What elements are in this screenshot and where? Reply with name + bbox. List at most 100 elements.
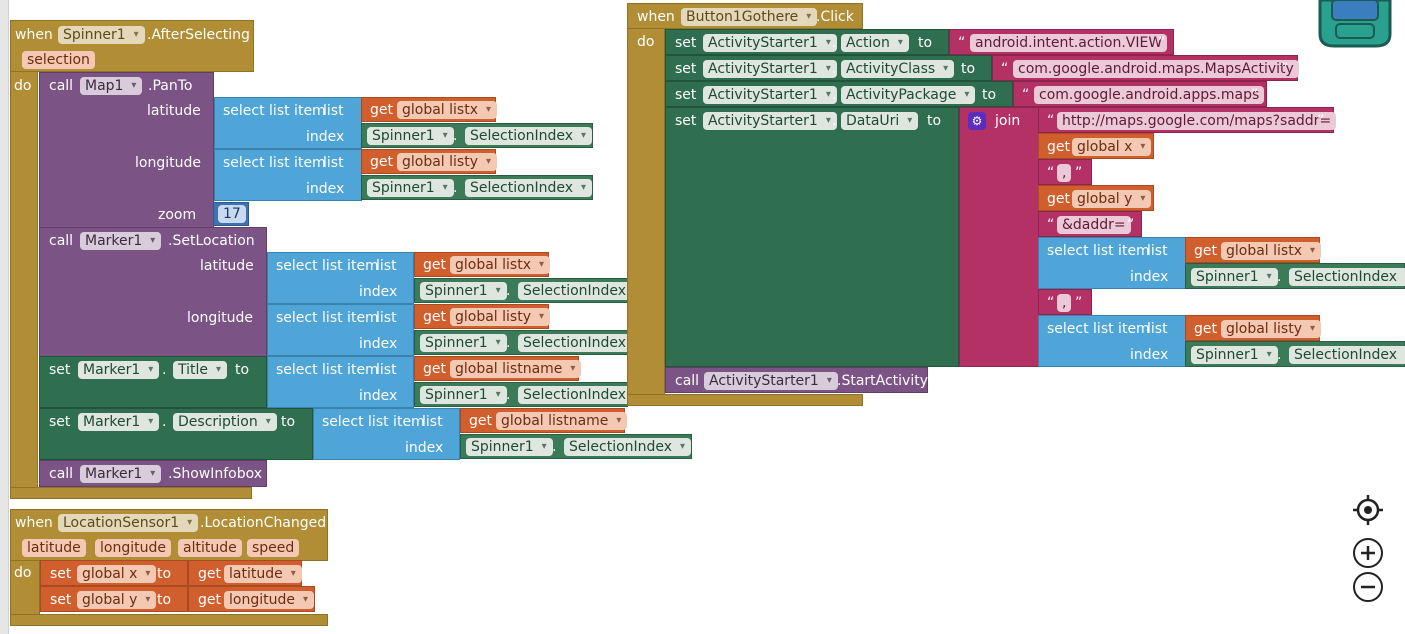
marker-component-dropdown[interactable]: Marker1 [80, 232, 162, 250]
activitypackage-property-dropdown[interactable]: ActivityPackage [841, 86, 976, 104]
get-global-x-block[interactable]: get global x [1038, 133, 1154, 159]
datauri-property-dropdown[interactable]: DataUri [841, 112, 919, 130]
select-list-item-block[interactable]: select list item list index [267, 304, 414, 356]
activitystarter-component-dropdown[interactable]: ActivityStarter1 [704, 372, 838, 390]
zoom-number[interactable]: 17 [218, 205, 246, 223]
map-component-dropdown[interactable]: Map1 [80, 77, 143, 95]
variable-dropdown[interactable]: global listx [450, 256, 550, 274]
gear-icon[interactable]: ⚙ [968, 112, 986, 130]
component-dropdown[interactable]: Spinner1 [1191, 268, 1278, 286]
component-property-getter[interactable]: Spinner1 . SelectionIndex [414, 330, 646, 355]
set-marker-description-block[interactable]: set Marker1 . Description to [39, 408, 313, 460]
activitystarter-component-dropdown[interactable]: ActivityStarter1 [703, 60, 837, 78]
variable-dropdown[interactable]: global listx [397, 101, 497, 119]
activitypackage-text-value[interactable]: com.google.android.apps.maps [1034, 86, 1265, 104]
get-variable-block[interactable]: get global listx [361, 97, 497, 122]
component-property-getter[interactable]: Spinner1 . SelectionIndex [361, 175, 593, 200]
get-variable-block[interactable]: get global listy [361, 149, 497, 174]
get-latitude-block[interactable]: get latitude [188, 560, 302, 586]
variable-dropdown[interactable]: global listy [450, 308, 550, 326]
property-dropdown[interactable]: SelectionIndex [1289, 346, 1405, 364]
set-activityclass-block[interactable]: set ActivityStarter1 . ActivityClass to [665, 55, 992, 81]
component-property-getter[interactable]: Spinner1 . SelectionIndex [414, 382, 646, 407]
param-speed[interactable]: speed [247, 539, 300, 557]
target-icon[interactable] [1351, 493, 1385, 527]
variable-dropdown[interactable]: latitude [224, 565, 302, 583]
property-dropdown[interactable]: SelectionIndex [518, 386, 646, 404]
join-block[interactable]: ⚙ join [959, 107, 1039, 367]
left-scrollbar[interactable] [0, 0, 9, 634]
variable-dropdown[interactable]: global listx [1221, 242, 1321, 260]
component-dropdown[interactable]: Spinner1 [420, 334, 507, 352]
start-activity-block[interactable]: call ActivityStarter1 .StartActivity [665, 367, 928, 393]
marker-component-dropdown[interactable]: Marker1 [80, 465, 162, 483]
zoom-out-icon[interactable] [1351, 570, 1385, 604]
variable-dropdown[interactable]: global listname [450, 360, 582, 378]
comma-text-value[interactable]: , [1057, 164, 1072, 182]
zoom-in-icon[interactable] [1351, 536, 1385, 570]
marker-showinfobox-block[interactable]: call Marker1 .ShowInfobox [39, 460, 267, 487]
set-global-x-block[interactable]: set global x to [40, 560, 188, 586]
button-component-dropdown[interactable]: Button1Gothere [681, 8, 818, 26]
param-altitude[interactable]: altitude [178, 539, 242, 557]
spinner-component-dropdown[interactable]: Spinner1 [58, 26, 145, 44]
text-string-block[interactable]: “ android.intent.action.VIEW ” [949, 29, 1174, 55]
get-global-y-block[interactable]: get global y [1038, 185, 1154, 211]
variable-dropdown[interactable]: longitude [224, 591, 314, 609]
component-dropdown[interactable]: Spinner1 [466, 438, 553, 456]
marker-component-dropdown[interactable]: Marker1 [78, 361, 160, 379]
property-dropdown[interactable]: SelectionIndex [564, 438, 692, 456]
variable-dropdown[interactable]: global listy [397, 153, 497, 171]
component-property-getter[interactable]: Spinner1 . SelectionIndex [1185, 263, 1405, 289]
component-dropdown[interactable]: Spinner1 [367, 127, 454, 145]
spinner-event-block[interactable]: when Spinner1 .AfterSelecting selection [10, 20, 254, 72]
select-list-item-block[interactable]: select list item list index [214, 149, 362, 201]
get-variable-block[interactable]: get global listx [1185, 237, 1321, 263]
variable-dropdown[interactable]: global listname [496, 412, 628, 430]
select-list-item-block[interactable]: select list item list index [1038, 315, 1186, 367]
component-property-getter[interactable]: Spinner1 . SelectionIndex [1185, 341, 1405, 367]
marker-component-dropdown[interactable]: Marker1 [78, 413, 160, 431]
component-property-getter[interactable]: Spinner1 . SelectionIndex [460, 434, 692, 459]
component-dropdown[interactable]: Spinner1 [1191, 346, 1278, 364]
variable-dropdown[interactable]: global x [77, 565, 157, 583]
url-text-value[interactable]: http://maps.google.com/maps?saddr= [1057, 112, 1337, 130]
number-block[interactable]: 17 [213, 202, 249, 226]
daddr-text-value[interactable]: &daddr= [1057, 216, 1131, 234]
component-dropdown[interactable]: Spinner1 [420, 282, 507, 300]
set-action-block[interactable]: set ActivityStarter1 . Action to [665, 29, 949, 55]
action-text-value[interactable]: android.intent.action.VIEW [970, 34, 1168, 52]
get-longitude-block[interactable]: get longitude [188, 586, 315, 612]
activitystarter-component-dropdown[interactable]: ActivityStarter1 [703, 34, 837, 52]
get-variable-block[interactable]: get global listy [414, 304, 550, 329]
component-dropdown[interactable]: Spinner1 [367, 179, 454, 197]
button-event-block[interactable]: when Button1Gothere .Click [627, 3, 863, 29]
text-string-block[interactable]: “ , ” [1038, 159, 1092, 185]
component-dropdown[interactable]: Spinner1 [420, 386, 507, 404]
variable-dropdown[interactable]: global x [1072, 138, 1152, 156]
variable-dropdown[interactable]: global listy [1221, 320, 1321, 338]
activitystarter-component-dropdown[interactable]: ActivityStarter1 [703, 112, 837, 130]
text-string-block[interactable]: “ &daddr= ” [1038, 211, 1142, 237]
activitystarter-component-dropdown[interactable]: ActivityStarter1 [703, 86, 837, 104]
param-selection[interactable]: selection [22, 51, 95, 69]
property-dropdown[interactable]: SelectionIndex [518, 334, 646, 352]
param-longitude[interactable]: longitude [95, 539, 171, 557]
select-list-item-block[interactable]: select list item list index [267, 252, 414, 304]
set-datauri-block[interactable]: set ActivityStarter1 . DataUri to [665, 107, 959, 367]
activityclass-property-dropdown[interactable]: ActivityClass [841, 60, 955, 78]
property-dropdown[interactable]: SelectionIndex [465, 127, 593, 145]
variable-dropdown[interactable]: global y [77, 591, 157, 609]
set-global-y-block[interactable]: set global y to [40, 586, 188, 612]
set-marker-title-block[interactable]: set Marker1 . Title to [39, 356, 267, 408]
backpack-icon[interactable] [1312, 0, 1398, 48]
text-string-block[interactable]: “ , ” [1038, 289, 1092, 315]
component-property-getter[interactable]: Spinner1 . SelectionIndex [414, 278, 646, 303]
comma-text-value[interactable]: , [1057, 294, 1072, 312]
location-event-block[interactable]: when LocationSensor1 .LocationChanged la… [10, 509, 328, 561]
property-dropdown[interactable]: SelectionIndex [465, 179, 593, 197]
text-string-block[interactable]: “ com.google.android.apps.maps ” [1013, 81, 1267, 107]
description-property-dropdown[interactable]: Description [173, 413, 277, 431]
param-latitude[interactable]: latitude [22, 539, 86, 557]
variable-dropdown[interactable]: global y [1072, 190, 1152, 208]
